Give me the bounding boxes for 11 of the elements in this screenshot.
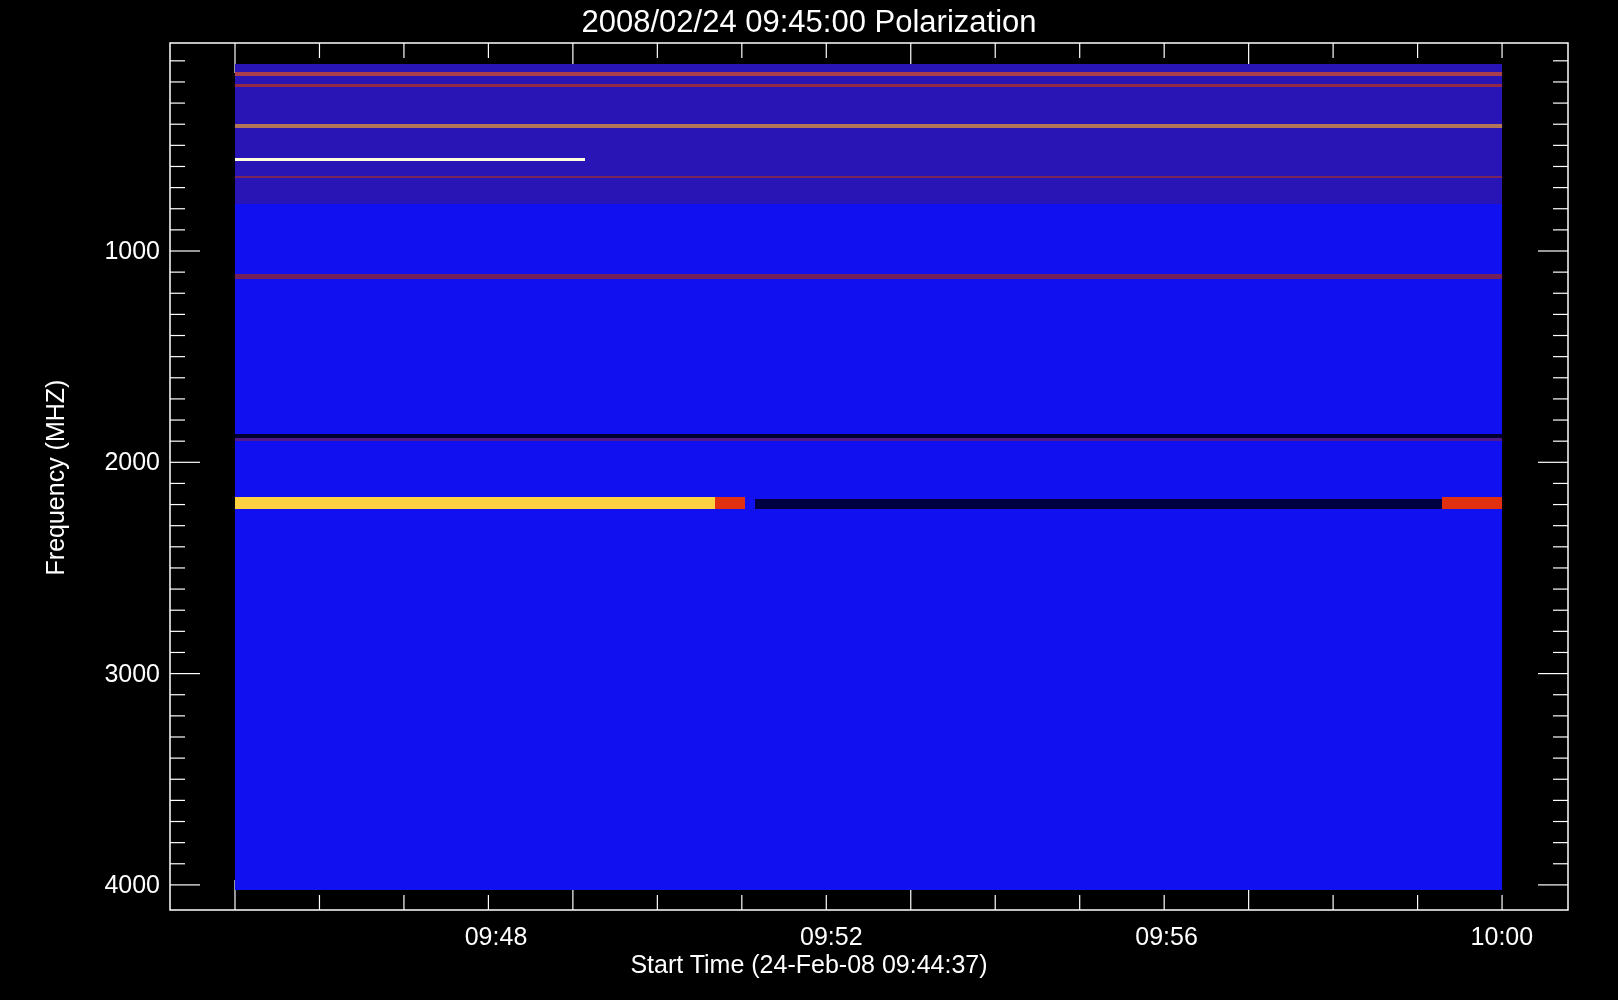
y-axis-label: Frequency (MHZ) — [42, 378, 68, 578]
x-tick-label: 09:52 — [799, 924, 864, 949]
x-tick-label: 09:56 — [1134, 924, 1199, 949]
x-tick-label: 09:48 — [463, 924, 529, 949]
y-tick-label: 4000 — [103, 871, 160, 897]
y-tick-label: 2000 — [103, 449, 160, 475]
x-axis-label: Start Time (24-Feb-08 09:44:37) — [630, 952, 988, 977]
plot-title: 2008/02/24 09:45:00 Polarization — [581, 5, 1037, 37]
y-tick-label: 1000 — [103, 238, 160, 263]
x-tick-label: 10:00 — [1469, 924, 1535, 949]
y-tick-label: 3000 — [103, 660, 160, 686]
